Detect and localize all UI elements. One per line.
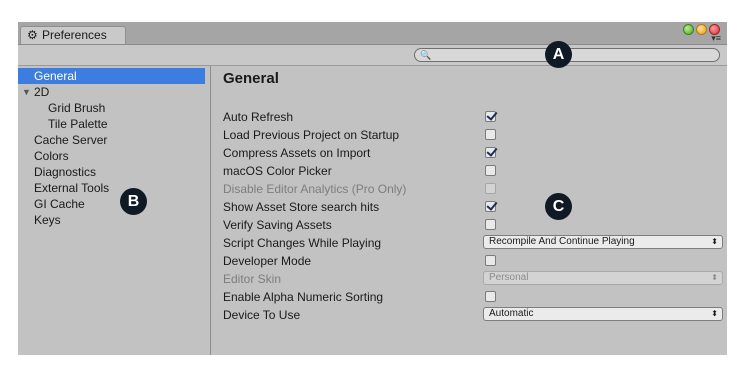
page-title: General [223, 70, 279, 87]
setting-compress-assets: Compress Assets on Import [223, 144, 723, 162]
setting-load-previous-project: Load Previous Project on Startup [223, 126, 723, 144]
setting-alpha-numeric-sorting: Enable Alpha Numeric Sorting [223, 288, 723, 306]
sidebar-item-label: Grid Brush [48, 101, 106, 115]
sidebar: General ▼ 2D Grid Brush Tile Palette Cac… [18, 66, 211, 355]
setting-label: Device To Use [223, 308, 301, 322]
sidebar-item-label: General [34, 69, 77, 83]
sidebar-item-external-tools[interactable]: External Tools [18, 180, 205, 196]
setting-label: Compress Assets on Import [223, 146, 371, 160]
setting-label: macOS Color Picker [223, 164, 332, 178]
setting-label: Enable Alpha Numeric Sorting [223, 290, 384, 304]
editor-skin-dropdown: Personal ⬍ [483, 271, 723, 285]
sidebar-item-label: GI Cache [34, 197, 85, 211]
setting-editor-skin: Editor Skin Personal ⬍ [223, 270, 723, 288]
expand-triangle-icon[interactable]: ▼ [22, 84, 31, 100]
setting-label: Verify Saving Assets [223, 218, 332, 232]
show-asset-store-hits-checkbox[interactable] [485, 201, 496, 212]
maximize-button[interactable] [683, 24, 694, 35]
load-previous-project-checkbox[interactable] [485, 129, 496, 140]
setting-script-changes: Script Changes While Playing Recompile A… [223, 234, 723, 252]
setting-label: Show Asset Store search hits [223, 200, 380, 214]
auto-refresh-checkbox[interactable] [485, 111, 496, 122]
sidebar-item-gi-cache[interactable]: GI Cache [18, 196, 205, 212]
updown-arrows-icon: ⬍ [711, 237, 718, 246]
sidebar-item-label: Keys [34, 213, 61, 227]
updown-arrows-icon: ⬍ [711, 309, 718, 318]
gear-icon: ⚙ [27, 28, 38, 42]
setting-label: Developer Mode [223, 254, 312, 268]
setting-developer-mode: Developer Mode [223, 252, 723, 270]
script-changes-dropdown[interactable]: Recompile And Continue Playing ⬍ [483, 235, 723, 249]
tab-bar: ⚙ Preferences ▾≡ [18, 22, 727, 45]
sidebar-item-2d[interactable]: ▼ 2D [18, 84, 205, 100]
sidebar-item-label: 2D [34, 85, 50, 99]
verify-saving-assets-checkbox[interactable] [485, 219, 496, 230]
sidebar-item-diagnostics[interactable]: Diagnostics [18, 164, 205, 180]
setting-auto-refresh: Auto Refresh [223, 108, 723, 126]
callout-c: C [545, 193, 572, 220]
setting-show-asset-store-hits: Show Asset Store search hits [223, 198, 723, 216]
search-icon: 🔍 [420, 50, 432, 60]
sidebar-item-colors[interactable]: Colors [18, 148, 205, 164]
setting-label: Load Previous Project on Startup [223, 128, 400, 142]
setting-disable-editor-analytics: Disable Editor Analytics (Pro Only) [223, 180, 723, 198]
dropdown-value: Automatic [489, 308, 534, 319]
sidebar-item-keys[interactable]: Keys [18, 212, 205, 228]
dropdown-value: Personal [489, 272, 529, 283]
setting-macos-color-picker: macOS Color Picker [223, 162, 723, 180]
sidebar-item-general[interactable]: General [18, 68, 205, 84]
setting-label: Disable Editor Analytics (Pro Only) [223, 182, 407, 196]
preferences-window: ⚙ Preferences ▾≡ 🔍 General ▼ 2D Grid Brus… [18, 22, 727, 355]
dropdown-value: Recompile And Continue Playing [489, 236, 635, 247]
disable-analytics-checkbox [485, 183, 496, 194]
minimize-button[interactable] [696, 24, 707, 35]
sidebar-item-label: Diagnostics [34, 165, 97, 179]
setting-label: Script Changes While Playing [223, 236, 382, 250]
device-to-use-dropdown[interactable]: Automatic ⬍ [483, 307, 723, 321]
sidebar-item-cache-server[interactable]: Cache Server [18, 132, 205, 148]
compress-assets-checkbox[interactable] [485, 147, 496, 158]
sidebar-item-label: Tile Palette [48, 117, 108, 131]
sidebar-item-label: External Tools [34, 181, 110, 195]
alpha-numeric-sorting-checkbox[interactable] [485, 291, 496, 302]
sidebar-item-grid-brush[interactable]: Grid Brush [18, 100, 205, 116]
sidebar-item-label: Cache Server [34, 133, 108, 147]
settings-panel: General Auto Refresh Load Previous Proje… [211, 66, 727, 355]
setting-label: Auto Refresh [223, 110, 294, 124]
callout-a: A [545, 41, 572, 68]
setting-label: Editor Skin [223, 272, 282, 286]
toolbar: 🔍 [18, 45, 727, 66]
sidebar-item-label: Colors [34, 149, 69, 163]
tab-preferences[interactable]: ⚙ Preferences [20, 26, 126, 44]
tab-title: Preferences [42, 28, 107, 42]
setting-verify-saving-assets: Verify Saving Assets [223, 216, 723, 234]
menu-icon[interactable]: ▾≡ [711, 34, 721, 43]
updown-arrows-icon: ⬍ [711, 273, 718, 282]
macos-color-picker-checkbox[interactable] [485, 165, 496, 176]
sidebar-item-tile-palette[interactable]: Tile Palette [18, 116, 205, 132]
callout-b: B [120, 188, 147, 215]
developer-mode-checkbox[interactable] [485, 255, 496, 266]
setting-device-to-use: Device To Use Automatic ⬍ [223, 306, 723, 324]
